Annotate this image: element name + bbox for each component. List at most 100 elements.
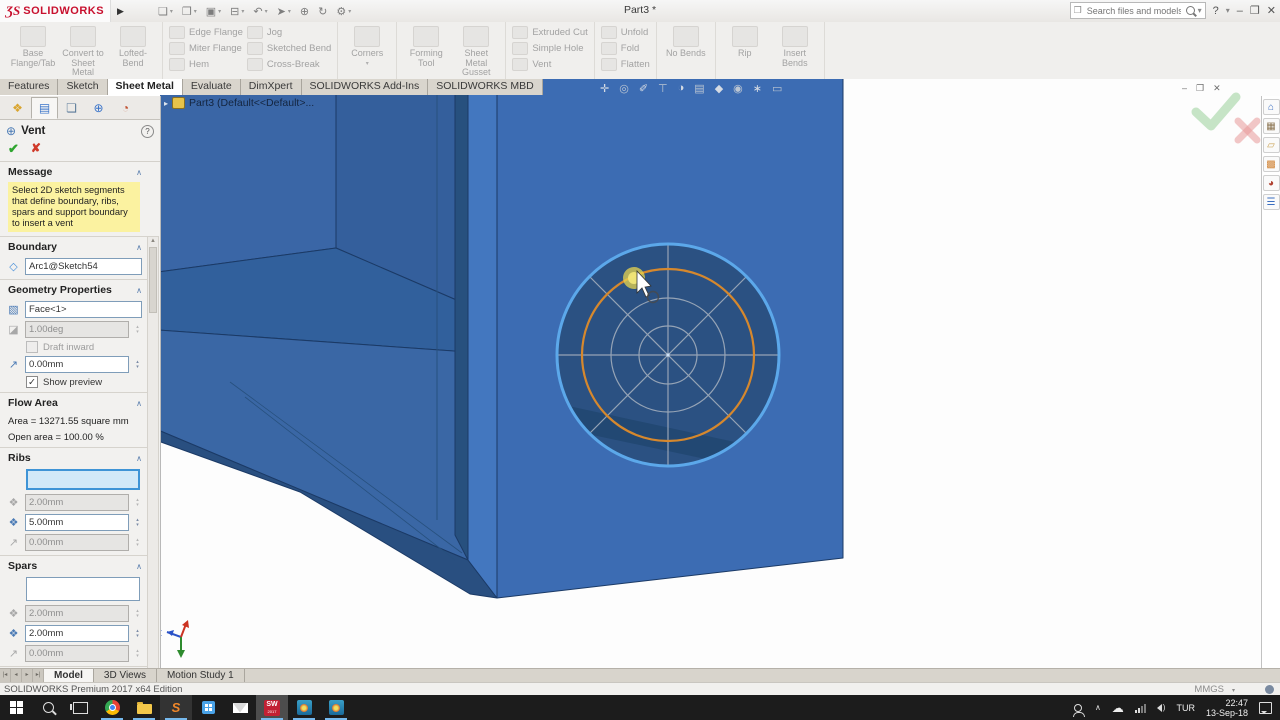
ribbon-button-flatten[interactable]: Flatten xyxy=(601,58,650,71)
hide-show-items-icon[interactable]: ∗ xyxy=(753,82,762,95)
spar-width-field[interactable]: 2.00mm xyxy=(25,625,129,642)
close-window-icon[interactable]: ✕ xyxy=(1213,83,1221,94)
flow-area-section-header[interactable]: Flow Area ∧ xyxy=(0,393,148,411)
ribs-section-header[interactable]: Ribs ∧ xyxy=(0,448,148,466)
doc-tab-motion-study-1[interactable]: Motion Study 1 xyxy=(157,669,245,683)
search-icon[interactable] xyxy=(1186,6,1195,15)
view-orientation-icon[interactable]: ◆ xyxy=(715,82,723,95)
boundary-selection-field[interactable]: Arc1@Sketch54 xyxy=(25,258,142,275)
apply-scene-icon[interactable]: ▤ xyxy=(694,82,704,95)
graphics-viewport[interactable]: Z ▸ Part3 (Default<<Default>... ✛◎✐⊤◑▤◆◉… xyxy=(160,79,1280,668)
select-icon[interactable]: ➤▾ xyxy=(277,5,291,18)
design-library-icon[interactable]: ▦ xyxy=(1263,118,1280,134)
ribbon-button-rip[interactable]: Rip xyxy=(721,26,769,59)
draft-inward-row[interactable]: Draft inward xyxy=(26,341,142,353)
search-box[interactable]: ❒ ▾ xyxy=(1070,2,1206,19)
rib-width-field[interactable]: 5.00mm xyxy=(25,514,129,531)
minimize-app-icon[interactable]: – xyxy=(1237,5,1243,17)
people-icon[interactable] xyxy=(1074,704,1082,712)
taskbar-code-editor[interactable]: S xyxy=(160,695,192,720)
rib-depth-field[interactable]: 2.00mm xyxy=(25,494,129,511)
tab-nav-prev-icon[interactable]: ◂ xyxy=(11,669,22,683)
collapse-icon[interactable]: ∧ xyxy=(136,399,142,408)
tree-expand-icon[interactable]: ▸ xyxy=(164,99,168,108)
annotations-icon[interactable]: ⊤ xyxy=(658,82,668,95)
ribbon-button-convert-to-sheet-metal[interactable]: Convert to Sheet Metal xyxy=(59,26,107,78)
open-icon[interactable]: ❒▾ xyxy=(182,5,197,18)
display-style-icon[interactable]: ◉ xyxy=(733,82,743,95)
section-view-icon[interactable]: ✐ xyxy=(639,82,648,95)
taskbar-video-app-2[interactable] xyxy=(320,695,352,720)
model-canvas[interactable]: Z xyxy=(160,79,1280,668)
tab-nav-last-icon[interactable]: ▸| xyxy=(33,669,44,683)
edit-appearance-icon[interactable]: ◑ xyxy=(678,82,685,95)
spar-depth-field[interactable]: 2.00mm xyxy=(25,605,129,622)
ribbon-button-lofted-bend[interactable]: Lofted-Bend xyxy=(109,26,157,68)
attachments-icon[interactable]: ⊕ xyxy=(300,5,309,18)
panel-help-icon[interactable]: ? xyxy=(141,125,154,138)
ribs-selection-list[interactable] xyxy=(26,469,140,490)
command-tab-solidworks-mbd[interactable]: SOLIDWORKS MBD xyxy=(428,79,542,95)
new-document-icon[interactable]: ❏▾ xyxy=(158,5,173,18)
ribbon-button-insert-bends[interactable]: Insert Bends xyxy=(771,26,819,68)
help-dropdown-icon[interactable]: ▾ xyxy=(1226,6,1230,15)
undo-icon[interactable]: ↶▾ xyxy=(253,5,267,18)
options-icon[interactable]: ⚙▾ xyxy=(336,5,351,18)
menu-flyout-arrow[interactable]: ▶ xyxy=(117,6,124,17)
collapse-icon[interactable]: ∧ xyxy=(136,562,142,571)
taskbar-mail[interactable] xyxy=(224,695,256,720)
scroll-up-icon[interactable]: ▲ xyxy=(148,237,158,246)
taskbar-video-app-1[interactable] xyxy=(288,695,320,720)
ribbon-button-forming-tool[interactable]: Forming Tool xyxy=(402,26,450,68)
rib-offset-spinner[interactable]: ▴▾ xyxy=(133,538,142,548)
zoom-area-icon[interactable]: ◎ xyxy=(619,82,629,95)
hidden-icons-chevron[interactable]: ∧ xyxy=(1095,703,1101,712)
restore-window-icon[interactable]: ❐ xyxy=(1196,83,1204,94)
help-icon[interactable]: ? xyxy=(1213,5,1219,17)
show-preview-checkbox[interactable]: ✓ xyxy=(26,376,38,388)
spars-section-header[interactable]: Spars ∧ xyxy=(0,556,148,574)
collapse-icon[interactable]: ∧ xyxy=(136,243,142,252)
ribbon-button-sketched-bend[interactable]: Sketched Bend xyxy=(247,42,331,55)
ribbon-button-simple-hole[interactable]: Simple Hole xyxy=(512,42,587,55)
collapse-icon[interactable]: ∧ xyxy=(136,168,142,177)
ribbon-button-sheet-metal-gusset[interactable]: Sheet Metal Gusset xyxy=(452,26,500,78)
taskbar-chrome[interactable] xyxy=(96,695,128,720)
feature-tree-flyout[interactable]: ▸ Part3 (Default<<Default>... xyxy=(164,97,314,109)
action-center-icon[interactable] xyxy=(1259,702,1272,714)
ribbon-button-corners[interactable]: Corners▾ xyxy=(343,26,391,67)
restore-app-icon[interactable]: ❐ xyxy=(1250,4,1260,17)
taskbar-store[interactable] xyxy=(192,695,224,720)
close-app-icon[interactable]: ✕ xyxy=(1267,4,1276,17)
solidworks-resources-icon[interactable]: ⌂ xyxy=(1263,99,1280,115)
taskbar-solidworks[interactable]: SW2017 xyxy=(256,695,288,720)
units-selector[interactable]: MMGS▾ xyxy=(1194,684,1235,695)
tree-node-label[interactable]: Part3 (Default<<Default>... xyxy=(189,97,314,109)
message-section-header[interactable]: Message ∧ xyxy=(0,162,148,180)
ribbon-button-base-flange-tab[interactable]: Base Flange/Tab xyxy=(9,26,57,68)
command-tab-sketch[interactable]: Sketch xyxy=(58,79,107,95)
onedrive-icon[interactable]: ☁ xyxy=(1112,701,1124,715)
ribbon-button-fold[interactable]: Fold xyxy=(601,42,650,55)
task-view-button[interactable] xyxy=(64,695,96,720)
rib-depth-spinner[interactable]: ▴▾ xyxy=(133,498,142,508)
cancel-button[interactable]: ✘ xyxy=(31,141,41,157)
confirm-ok-icon[interactable] xyxy=(1196,97,1236,126)
collapse-icon[interactable]: ∧ xyxy=(136,454,142,463)
configurationmanager-tab[interactable]: ❏ xyxy=(58,97,85,119)
ribbon-button-miter-flange[interactable]: Miter Flange xyxy=(169,42,243,55)
network-icon[interactable] xyxy=(1135,703,1146,713)
start-button[interactable] xyxy=(0,695,32,720)
ribbon-button-jog[interactable]: Jog xyxy=(247,26,331,39)
volume-icon[interactable]: ) xyxy=(1157,703,1166,712)
displaymanager-tab[interactable]: ◔ xyxy=(112,97,139,119)
command-tab-evaluate[interactable]: Evaluate xyxy=(183,79,241,95)
spar-offset-field[interactable]: 0.00mm xyxy=(25,645,129,662)
minimize-window-icon[interactable]: – xyxy=(1182,83,1187,94)
dimxpertmanager-tab[interactable]: ⊕ xyxy=(85,97,112,119)
face-selection-field[interactable]: Face<1> xyxy=(25,301,142,318)
confirmation-corner[interactable] xyxy=(1196,97,1257,140)
ribbon-button-edge-flange[interactable]: Edge Flange xyxy=(169,26,243,39)
scroll-thumb[interactable] xyxy=(149,247,157,313)
taskbar-search-button[interactable] xyxy=(32,695,64,720)
